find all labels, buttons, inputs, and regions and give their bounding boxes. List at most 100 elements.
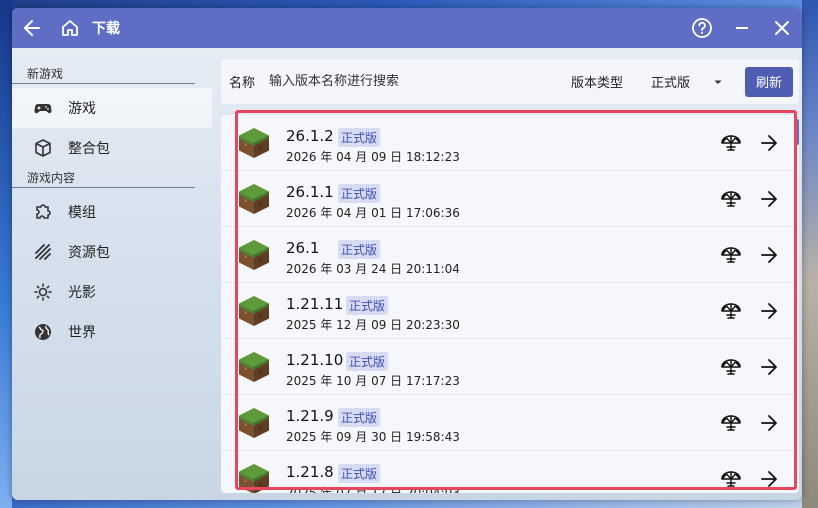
minimize-button[interactable] xyxy=(722,8,762,48)
version-name: 26.1 xyxy=(286,239,320,257)
sidebar-item-label: 模组 xyxy=(68,205,96,221)
sidebar-item-game[interactable]: 游戏 xyxy=(12,88,212,128)
version-row[interactable]: 26.1 正式版 2026 年 03 月 24 日 20:11:04 xyxy=(221,227,795,283)
sidebar-item-mods[interactable]: 模组 xyxy=(12,192,212,232)
sidebar-item-label: 资源包 xyxy=(68,245,110,261)
grass-block-icon xyxy=(239,464,269,493)
version-name: 26.1.1 xyxy=(286,183,334,201)
release-date: 2025 年 12 月 09 日 20:23:30 xyxy=(286,318,460,332)
install-server-button[interactable] xyxy=(719,187,743,211)
version-row[interactable]: 1.21.11 正式版 2025 年 12 月 09 日 20:23:30 xyxy=(221,283,795,339)
help-icon xyxy=(692,18,712,38)
arrow-right-icon xyxy=(761,191,777,207)
release-badge: 正式版 xyxy=(338,408,381,427)
grass-block-icon xyxy=(239,352,269,382)
umbrella-icon xyxy=(721,191,741,207)
sidebar-item-label: 游戏 xyxy=(68,101,96,117)
sidebar-item-label: 整合包 xyxy=(68,141,110,157)
release-date: 2025 年 09 月 30 日 19:58:43 xyxy=(286,430,460,444)
search-bar: 名称 版本类型 正式版 刷新 xyxy=(221,59,799,104)
release-date: 2026 年 03 月 24 日 20:11:04 xyxy=(286,262,460,276)
minimize-icon xyxy=(736,27,748,29)
release-date: 2025 年 10 月 07 日 17:17:23 xyxy=(286,374,460,388)
grass-block-icon xyxy=(239,240,269,270)
arrow-right-icon xyxy=(761,359,777,375)
open-version-button[interactable] xyxy=(757,131,781,155)
release-date: 2026 年 04 月 01 日 17:06:36 xyxy=(286,206,460,220)
version-name: 26.1.2 xyxy=(286,127,334,145)
app-window: 下载 新游戏 游戏 整合包 游戏内容 模组 资源包 光影 世界 名称 输入版本名… xyxy=(12,8,802,500)
open-version-button[interactable] xyxy=(757,355,781,379)
arrow-left-icon xyxy=(24,20,40,36)
release-badge: 正式版 xyxy=(346,352,389,371)
sun-icon xyxy=(32,281,54,303)
desktop-background-right xyxy=(802,0,818,508)
help-button[interactable] xyxy=(682,8,722,48)
version-row[interactable]: 26.1.2 正式版 2026 年 04 月 09 日 18:12:23 xyxy=(221,115,795,171)
install-server-button[interactable] xyxy=(719,299,743,323)
home-icon xyxy=(62,20,78,36)
sidebar-item-resourcepacks[interactable]: 资源包 xyxy=(12,232,212,272)
desktop-background-left xyxy=(0,0,12,508)
window-title: 下载 xyxy=(92,21,120,37)
umbrella-icon xyxy=(721,303,741,319)
sidebar-item-modpack[interactable]: 整合包 xyxy=(12,128,212,168)
version-type-label: 版本类型 xyxy=(571,76,624,91)
umbrella-icon xyxy=(721,415,741,431)
install-server-button[interactable] xyxy=(719,131,743,155)
back-button[interactable] xyxy=(12,8,52,48)
arrow-right-icon xyxy=(761,471,777,487)
close-icon xyxy=(775,21,789,35)
install-server-button[interactable] xyxy=(719,243,743,267)
version-name: 1.21.10 xyxy=(286,351,344,369)
titlebar: 下载 xyxy=(12,8,802,48)
stripes-icon xyxy=(32,241,54,263)
version-row[interactable]: 1.21.8 正式版 2025 年 07 月 17 日 20:04:03 xyxy=(221,451,795,493)
arrow-right-icon xyxy=(761,415,777,431)
refresh-button[interactable]: 刷新 xyxy=(745,66,794,97)
install-server-button[interactable] xyxy=(719,411,743,435)
gamepad-icon xyxy=(32,97,54,119)
release-badge: 正式版 xyxy=(338,128,381,147)
grass-block-icon xyxy=(239,184,269,214)
grass-block-icon xyxy=(239,408,269,438)
umbrella-icon xyxy=(721,471,741,487)
version-list: 26.1.2 正式版 2026 年 04 月 09 日 18:12:23 26.1.1… xyxy=(221,115,799,493)
version-row[interactable]: 1.21.9 正式版 2025 年 09 月 30 日 19:58:43 xyxy=(221,395,795,451)
version-type-value: 正式版 xyxy=(651,76,691,91)
version-name: 1.21.8 xyxy=(286,463,334,481)
release-badge: 正式版 xyxy=(346,296,389,315)
version-row[interactable]: 26.1.1 正式版 2026 年 04 月 01 日 17:06:36 xyxy=(221,171,795,227)
arrow-right-icon xyxy=(761,247,777,263)
arrow-right-icon xyxy=(761,303,777,319)
version-row[interactable]: 1.21.10 正式版 2025 年 10 月 07 日 17:17:23 xyxy=(221,339,795,395)
close-button[interactable] xyxy=(762,8,802,48)
open-version-button[interactable] xyxy=(757,299,781,323)
open-version-button[interactable] xyxy=(757,187,781,211)
sidebar-item-label: 光影 xyxy=(68,285,96,301)
scrollbar-thumb[interactable] xyxy=(795,119,799,145)
grass-block-icon xyxy=(239,128,269,158)
chevron-down-icon xyxy=(714,80,722,84)
globe-icon xyxy=(32,321,54,343)
search-input[interactable] xyxy=(269,74,530,89)
install-server-button[interactable] xyxy=(719,467,743,491)
sidebar: 新游戏 游戏 整合包 游戏内容 模组 资源包 光影 世界 xyxy=(12,48,212,500)
version-name: 1.21.9 xyxy=(286,407,334,425)
install-server-button[interactable] xyxy=(719,355,743,379)
sidebar-item-worlds[interactable]: 世界 xyxy=(12,312,212,352)
grass-block-icon xyxy=(239,296,269,326)
release-date: 2025 年 07 月 17 日 20:04:03 xyxy=(286,486,460,493)
name-label: 名称 xyxy=(229,76,256,91)
open-version-button[interactable] xyxy=(757,467,781,491)
home-button[interactable] xyxy=(52,8,88,48)
sidebar-section-new-game: 新游戏 xyxy=(12,64,195,84)
sidebar-item-shaders[interactable]: 光影 xyxy=(12,272,212,312)
version-name: 1.21.11 xyxy=(286,295,344,313)
box-icon xyxy=(32,137,54,159)
sidebar-section-game-content: 游戏内容 xyxy=(12,168,195,188)
umbrella-icon xyxy=(721,359,741,375)
open-version-button[interactable] xyxy=(757,243,781,267)
version-type-select[interactable]: 正式版 xyxy=(651,72,723,91)
open-version-button[interactable] xyxy=(757,411,781,435)
